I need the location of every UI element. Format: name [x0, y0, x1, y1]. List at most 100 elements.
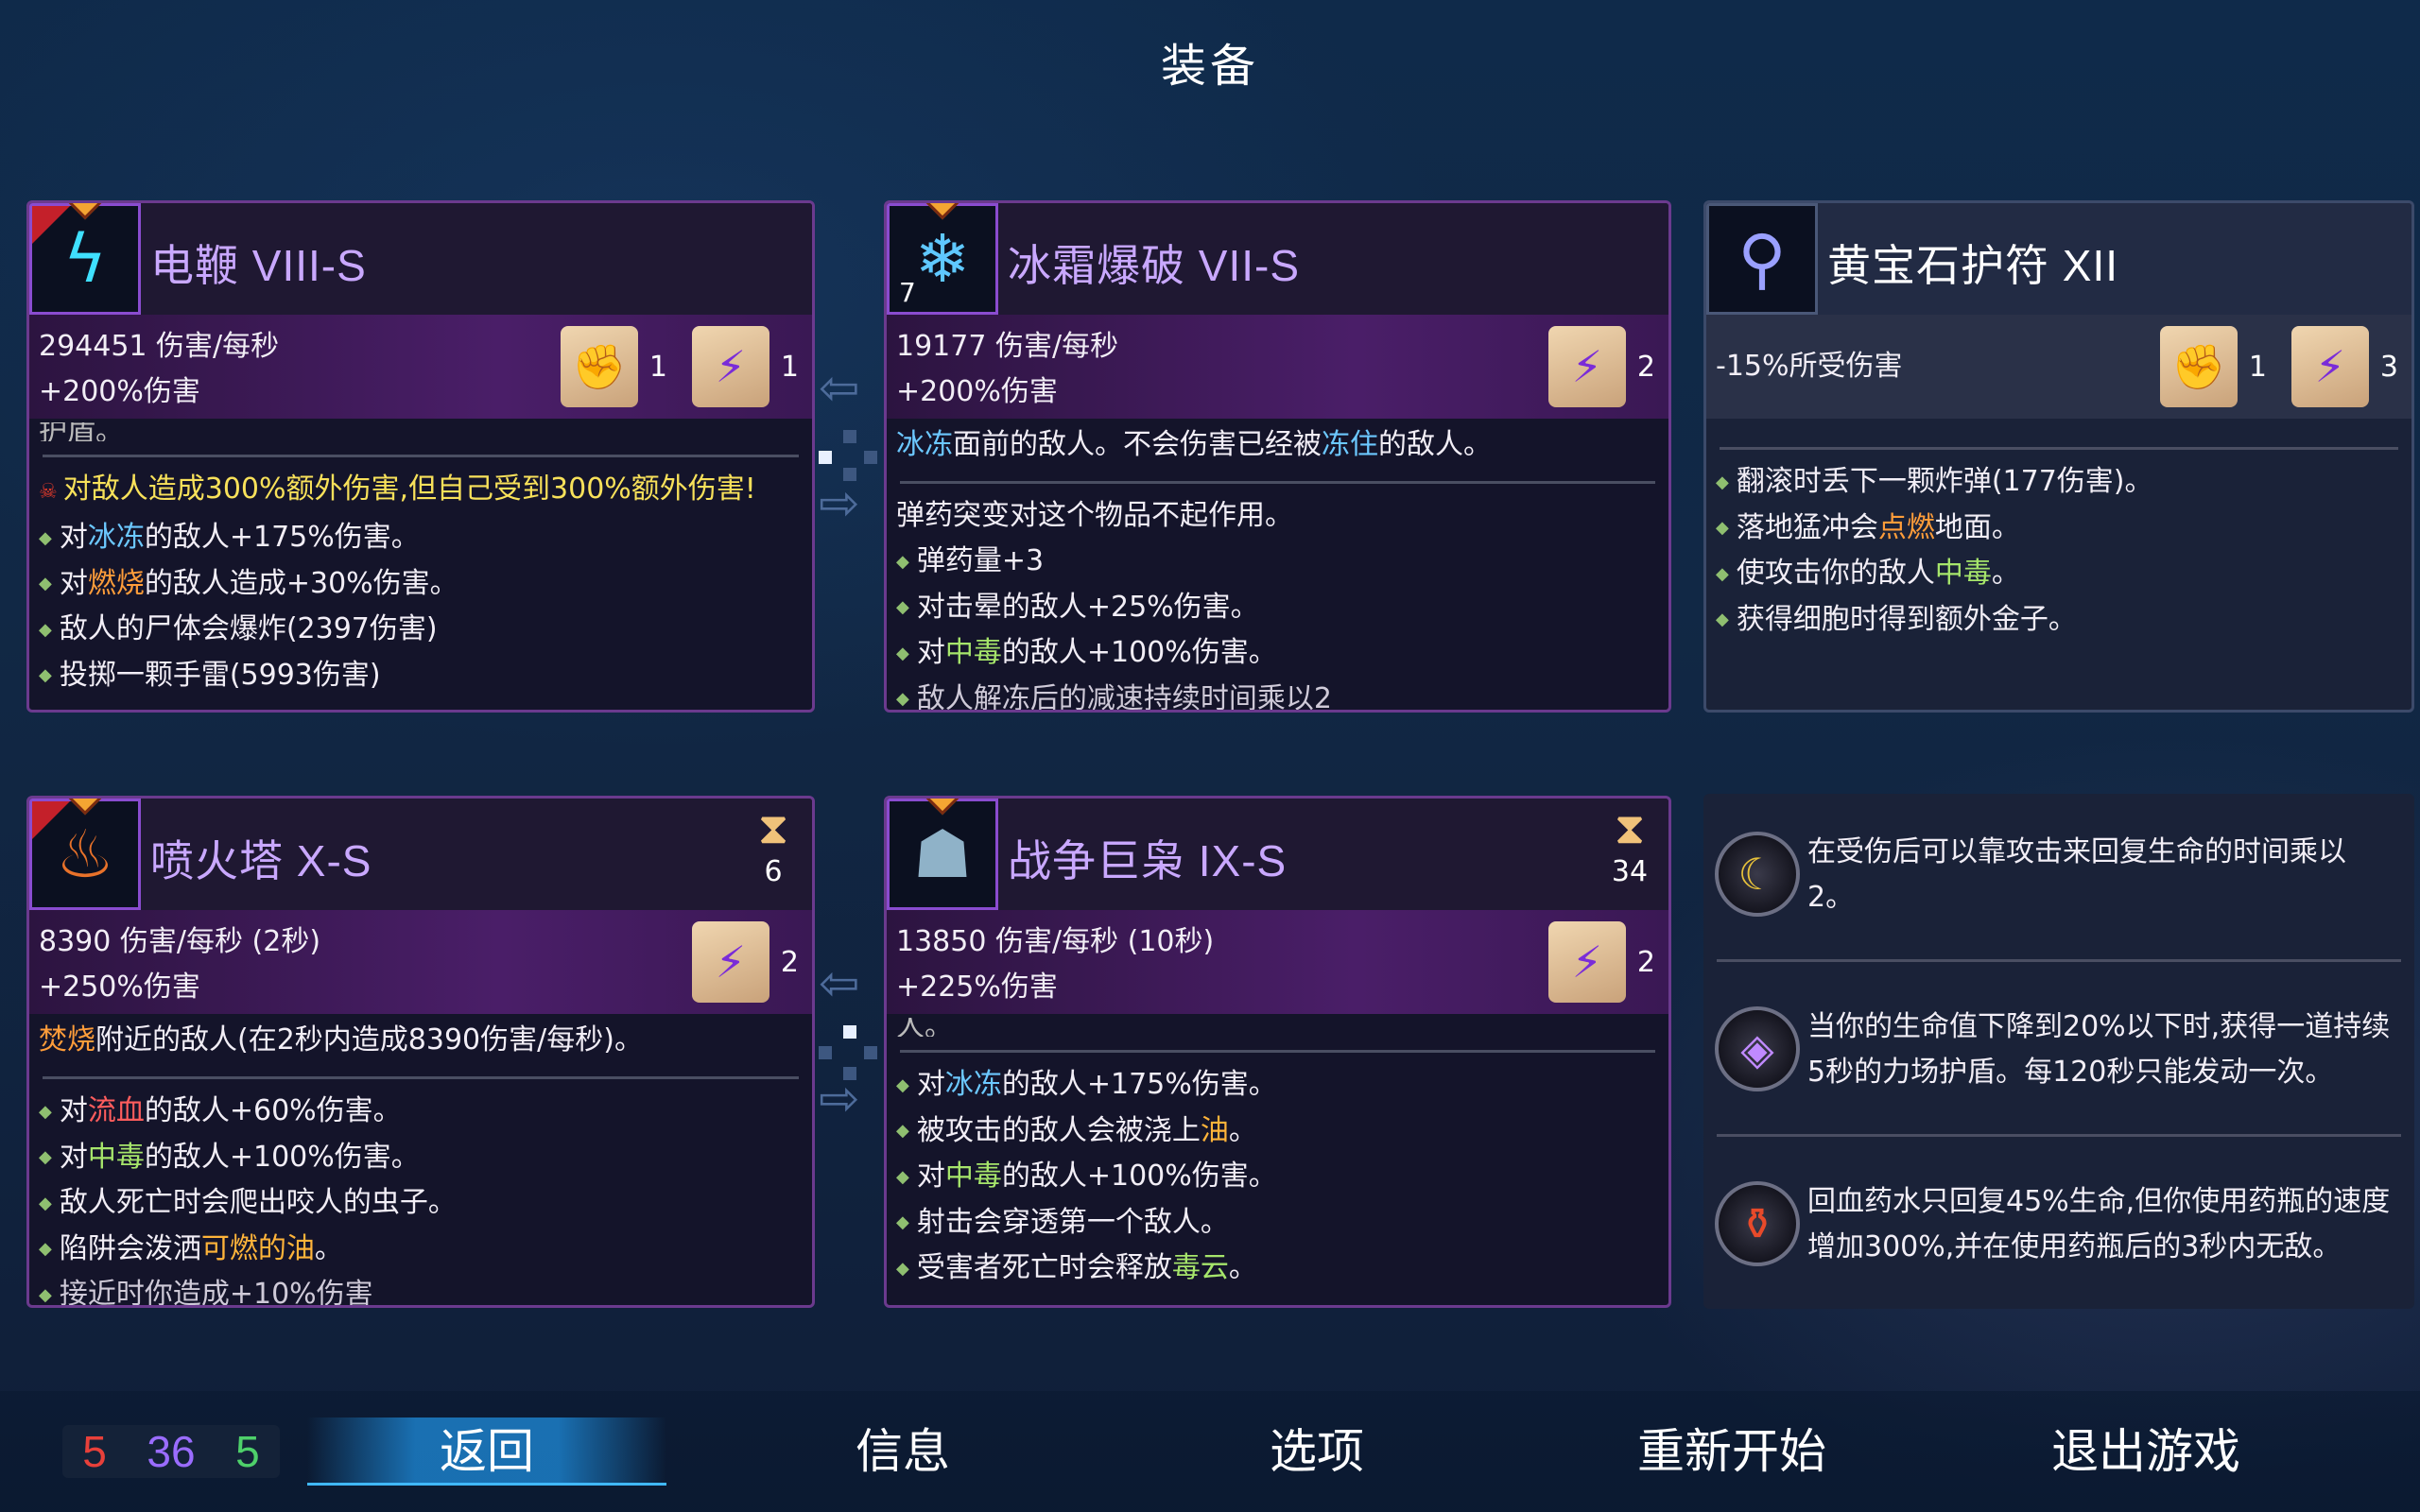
item-description: 冰冻面前的敌人。不会伤害已经被冻住的敌人。 [896, 428, 1492, 461]
affix-line: ◆ 对冰冻的敌人+175%伤害。 [896, 1068, 1277, 1101]
item-card-war-owl[interactable]: ☗ 战争巨枭 IX-S ⧗ 34 13850 伤害/每秒 (10秒) +225%… [884, 796, 1671, 1308]
affix-line: ◆ 对中毒的敌人+100%伤害。 [896, 636, 1277, 669]
dps-text: 8390 伤害/每秒 (2秒) [39, 925, 321, 958]
affix-line: ◆ 获得细胞时得到额外金子。 [1716, 602, 2077, 636]
cooldown-value: 6 [764, 855, 783, 888]
bolt-scroll-icon: ⚡ [1547, 921, 1626, 1003]
curse-icon: ☠ [39, 480, 58, 504]
cursed-corner [32, 206, 70, 244]
card-body[interactable]: 人。 ◆ 对冰冻的敌人+175%伤害。 ◆ 被攻击的敌人会被浇上油。 ◆ 对中毒的敌人… [887, 1014, 1668, 1305]
arrow-right-icon: ⇨ [819, 1071, 860, 1127]
bonus-text: +200%伤害 [896, 375, 1058, 408]
quit-button[interactable]: 退出游戏 [1966, 1418, 2325, 1486]
item-card-amulet[interactable]: ⚲ 黄宝石护符 XII -15%所受伤害 ✊ 1 ⚡ 3 ◆ 翻滚时丢下一颗炸弹(17… [1703, 200, 2414, 713]
arrow-right-icon: ⇨ [819, 475, 860, 532]
mutations-panel: ☾ 在受伤后可以靠攻击来回复生命的时间乘以2。 ◈ 当你的生命值下降到20%以下… [1703, 794, 2414, 1309]
card-body[interactable]: 护盾。 ☠ 对敌人造成300%额外伤害,但自己受到300%额外伤害! ◆ 对冰冻的敌… [29, 419, 812, 710]
affix-line: ◆ 对击晕的敌人+25%伤害。 [896, 590, 1259, 624]
restart-button[interactable]: 重新开始 [1552, 1418, 1911, 1486]
affix-line: ◆ 被攻击的敌人会被浇上油。 [896, 1113, 1257, 1147]
note-line: 弹药突变对这个物品不起作用。 [896, 499, 1293, 532]
item-card-frost-blast[interactable]: ❄ 7 冰霜爆破 VII-S 19177 伤害/每秒 +200%伤害 ⚡ 2 冰冻… [884, 200, 1671, 713]
card-body[interactable]: ◆ 翻滚时丢下一颗炸弹(177伤害)。 ◆ 落地猛冲会点燃地面。 ◆ 使攻击你的敌人中… [1706, 419, 2411, 710]
affix-line: ◆ 翻滚时丢下一颗炸弹(177伤害)。 [1716, 465, 2153, 498]
war-owl-icon: ☗ [912, 816, 973, 893]
bonus-text: +225%伤害 [896, 971, 1058, 1004]
scroll-counts: ✊ 1 ⚡ 1 [560, 315, 799, 419]
item-icon-box: ❄ 7 [887, 203, 998, 315]
card-header: ♨ 喷火塔 X-S ⧗ 6 [29, 799, 812, 910]
bolt-scroll-icon: ⚡ [1547, 326, 1626, 407]
scroll-count: 1 [780, 350, 799, 384]
affix-line: ◆ 对燃烧的敌人造成+30%伤害。 [39, 566, 458, 600]
item-name: 冰霜爆破 VII-S [1008, 241, 1301, 290]
stat-band: 13850 伤害/每秒 (10秒) +225%伤害 ⚡ 2 [887, 910, 1668, 1014]
crescent-mutation-icon: ☾ [1715, 832, 1800, 917]
item-name: 喷火塔 X-S [150, 836, 372, 885]
divider [900, 1050, 1655, 1053]
item-card-electric-whip[interactable]: ϟ 电鞭 VIII-S 294451 伤害/每秒 +200%伤害 ✊ 1 ⚡ 1 护… [26, 200, 815, 713]
divider [43, 455, 799, 457]
stat-band: 8390 伤害/每秒 (2秒) +250%伤害 ⚡ 2 [29, 910, 812, 1014]
potion-mutation-icon: ⚱ [1715, 1181, 1800, 1266]
dps-text: 13850 伤害/每秒 (10秒) [896, 925, 1215, 958]
item-description: 焚烧附近的敌人(在2秒内造成8390伤害/每秒)。 [39, 1023, 643, 1057]
affix-line: ◆ 使攻击你的敌人中毒。 [1716, 557, 2020, 590]
bolt-scroll-icon: ⚡ [2290, 326, 2369, 407]
stat-band: -15%所受伤害 ✊ 1 ⚡ 3 [1706, 315, 2411, 419]
back-button[interactable]: 返回 [307, 1418, 666, 1486]
scroll-count: 3 [2379, 350, 2398, 384]
item-card-flamethrower-turret[interactable]: ♨ 喷火塔 X-S ⧗ 6 8390 伤害/每秒 (2秒) +250%伤害 ⚡ 2… [26, 796, 815, 1308]
card-header: ⚲ 黄宝石护符 XII [1706, 203, 2411, 315]
card-body[interactable]: 焚烧附近的敌人(在2秒内造成8390伤害/每秒)。 ◆ 对流血的敌人+60%伤害。… [29, 1014, 812, 1305]
cursed-corner [32, 801, 70, 839]
swap-weapons-indicator[interactable]: ⇦ ⇨ [819, 360, 885, 528]
mutation-item[interactable]: ☾ 在受伤后可以靠攻击来回复生命的时间乘以2。 [1703, 794, 2414, 964]
bolt-scroll-icon: ⚡ [691, 326, 769, 407]
dps-text: 19177 伤害/每秒 [896, 330, 1119, 363]
hourglass-icon: ⧗ [1614, 802, 1646, 853]
mutation-item[interactable]: ◈ 当你的生命值下降到20%以下时,获得一道持续5秒的力场护盾。每120秒只能发… [1703, 969, 2414, 1139]
affix-line-clipped: ◆ 敌人解冻后的减速持续时间乘以2 [896, 681, 1332, 711]
scroll-counts: ⚡ 2 [1547, 910, 1655, 1014]
survival-stat: 5 [235, 1427, 260, 1476]
item-name: 战争巨枭 IX-S [1008, 836, 1288, 885]
item-name: 电鞭 VIII-S [150, 241, 367, 290]
scroll-count: 2 [1636, 945, 1655, 979]
fist-scroll-icon: ✊ [2159, 326, 2238, 407]
cooldown-value: 34 [1611, 855, 1649, 888]
tactics-stat: 36 [147, 1427, 196, 1476]
affix-line: ◆ 陷阱会泼洒可燃的油。 [39, 1231, 343, 1265]
divider [1717, 1134, 2401, 1137]
card-header: ☗ 战争巨枭 IX-S ⧗ 34 [887, 799, 1668, 910]
affix-line: ◆ 弹药量+3 [896, 544, 1045, 577]
arrow-left-icon: ⇦ [819, 955, 860, 1012]
shield-mutation-icon: ◈ [1715, 1006, 1800, 1091]
bolt-scroll-icon: ⚡ [691, 921, 769, 1003]
affix-line: ◆ 对流血的敌人+60%伤害。 [39, 1094, 402, 1127]
card-body[interactable]: 冰冻面前的敌人。不会伤害已经被冻住的敌人。 弹药突变对这个物品不起作用。 ◆ 弹药… [887, 419, 1668, 710]
mutation-text: 当你的生命值下降到20%以下时,获得一道持续5秒的力场护盾。每120秒只能发动一… [1807, 1010, 2391, 1089]
info-button[interactable]: 信息 [723, 1418, 1082, 1486]
fist-scroll-icon: ✊ [560, 326, 638, 407]
stat-band: 294451 伤害/每秒 +200%伤害 ✊ 1 ⚡ 1 [29, 315, 812, 419]
item-name: 黄宝石护符 XII [1827, 241, 2119, 290]
divider [1720, 447, 2398, 450]
item-icon-box: ⚲ [1706, 203, 1818, 315]
affix-line: ◆ 投掷一颗手雷(5993伤害) [39, 658, 381, 692]
affix-line: ◆ 对冰冻的敌人+175%伤害。 [39, 521, 420, 554]
options-button[interactable]: 选项 [1137, 1418, 1496, 1486]
affix-line: ◆ 对中毒的敌人+100%伤害。 [39, 1140, 420, 1174]
item-level-badge: 7 [899, 277, 916, 308]
affix-line: ◆ 敌人的尸体会爆炸(2397伤害) [39, 612, 438, 645]
clipped-text-top: 人。 [896, 1018, 953, 1037]
stat-band: 19177 伤害/每秒 +200%伤害 ⚡ 2 [887, 315, 1668, 419]
card-header: ❄ 7 冰霜爆破 VII-S [887, 203, 1668, 315]
arrow-left-icon: ⇦ [819, 360, 860, 417]
swap-skills-indicator[interactable]: ⇦ ⇨ [819, 955, 885, 1124]
scroll-stats: 5 36 5 [62, 1425, 280, 1478]
scroll-count: 1 [648, 350, 667, 384]
affix-line: ◆ 对中毒的敌人+100%伤害。 [896, 1160, 1277, 1193]
mutation-item[interactable]: ⚱ 回血药水只回复45%生命,但你使用药瓶的速度增加300%,并在使用药瓶后的3… [1703, 1143, 2414, 1314]
hourglass-icon: ⧗ [757, 802, 789, 853]
